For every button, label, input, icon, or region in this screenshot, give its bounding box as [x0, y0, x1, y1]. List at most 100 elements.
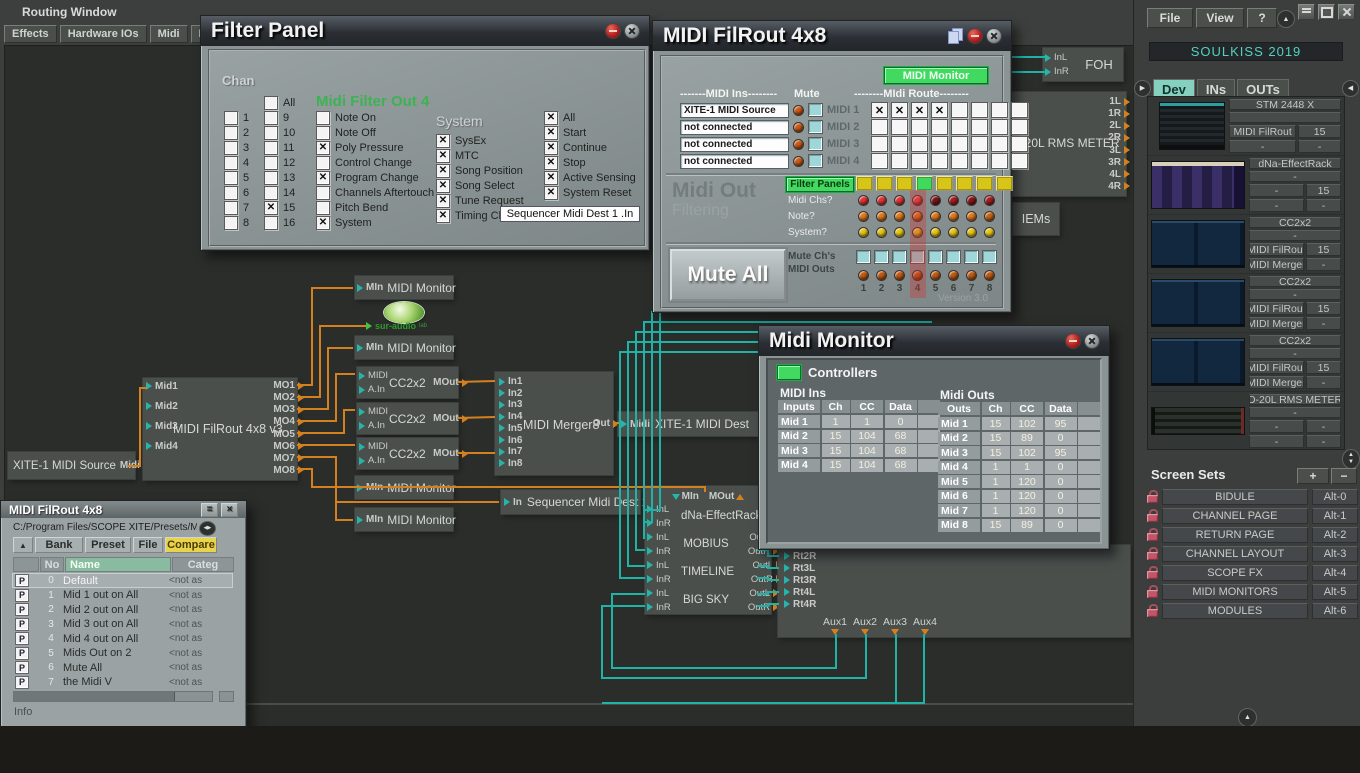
audio-out-port[interactable]: 3R: [1108, 157, 1122, 168]
led-cell[interactable]: [946, 226, 961, 239]
device-field[interactable]: -: [1306, 376, 1341, 389]
device-field[interactable]: -: [1249, 230, 1341, 241]
route-checkbox[interactable]: [971, 102, 988, 118]
midi-monitor-titlebar[interactable]: Midi Monitor: [759, 326, 1109, 356]
checkbox[interactable]: [316, 216, 330, 230]
screen-set-shortcut[interactable]: Alt-6: [1312, 603, 1358, 619]
device-field[interactable]: MIDI FilRout: [1249, 361, 1304, 374]
meter-outputs[interactable]: 1L1R2L2R3L3R4L4R: [1108, 96, 1122, 192]
device-thumbnail[interactable]: [1151, 161, 1245, 209]
rack-device-row[interactable]: InL InR BIG SKY OutL OutR: [645, 586, 771, 614]
return-in-port[interactable]: Rt3L: [784, 563, 816, 573]
minimize-icon[interactable]: [606, 24, 620, 38]
led-cell[interactable]: [928, 194, 943, 207]
node-midi-merger8[interactable]: In1In2In3In4In5In6In7In8 MIDI Merger8 Ou…: [495, 372, 613, 475]
route-checkbox[interactable]: [931, 153, 948, 169]
sequencer-dest-field[interactable]: Sequencer Midi Dest 1 .In: [500, 206, 640, 222]
route-checkbox[interactable]: [891, 102, 908, 118]
midi-in-port[interactable]: MIn: [357, 342, 383, 353]
controllers-toggle[interactable]: [777, 365, 801, 380]
midi-out-port[interactable]: Out: [593, 418, 611, 429]
route-checkbox[interactable]: [951, 153, 968, 169]
duplicate-icon[interactable]: [947, 28, 963, 44]
minimize-icon[interactable]: [968, 29, 982, 43]
filrout-titlebar[interactable]: MIDI FilRout 4x8: [653, 21, 1011, 51]
preset-row[interactable]: P 3 Mid 3 out on All <not as: [13, 618, 232, 631]
node-cc2x2-1[interactable]: MIDIA.In CC2x2 MOut: [357, 367, 458, 398]
node-iems[interactable]: IEMs: [1013, 203, 1059, 235]
checkbox[interactable]: [264, 201, 278, 215]
device-thumbnail[interactable]: [1151, 407, 1245, 435]
midi-out-port[interactable]: MO6: [273, 441, 296, 452]
preset-titlebar[interactable]: MIDI FilRout 4x8 = ×: [1, 501, 246, 518]
eject-icon[interactable]: ▲: [1277, 10, 1295, 28]
preset-icon[interactable]: P: [15, 618, 29, 631]
preset-row[interactable]: P 1 Mid 1 out on All <not as: [13, 589, 232, 602]
channel-number[interactable]: 3: [892, 283, 907, 294]
device-field[interactable]: -: [1306, 258, 1341, 271]
checkbox[interactable]: [544, 156, 558, 170]
merger-inputs[interactable]: In1In2In3In4In5In6In7In8: [499, 376, 522, 469]
led-cell[interactable]: [946, 194, 961, 207]
device-field[interactable]: 15: [1298, 125, 1341, 138]
led-cell[interactable]: [892, 269, 907, 282]
route-checkbox[interactable]: [911, 102, 928, 118]
bank-up-button[interactable]: ▲: [13, 537, 33, 553]
audio-out-port[interactable]: OutL: [731, 588, 771, 599]
screen-set-row[interactable]: MIDI MONITORS Alt-5: [1147, 582, 1358, 601]
aux-port[interactable]: Aux3: [880, 616, 910, 635]
led-cell[interactable]: [856, 269, 871, 282]
led-cell[interactable]: [964, 226, 979, 239]
menu-item[interactable]: Hardware IOs: [60, 25, 147, 43]
route-checkbox[interactable]: [931, 102, 948, 118]
device-field[interactable]: MIDI Merger: [1249, 258, 1304, 271]
route-checkbox[interactable]: [1011, 119, 1028, 135]
mute-checkbox[interactable]: [892, 250, 907, 264]
node-sequencer-midi-dest[interactable]: In Sequencer Midi Dest 1: [501, 490, 640, 514]
device-thumbnail[interactable]: [1159, 102, 1225, 150]
aux-port[interactable]: Aux4: [910, 616, 940, 635]
audio-in-port[interactable]: InL: [647, 504, 681, 515]
led-cell[interactable]: [856, 226, 871, 239]
midi-in-port[interactable]: In4: [499, 411, 522, 422]
preset-name[interactable]: the Midi V: [63, 676, 169, 688]
audio-in-port[interactable]: InL: [1045, 52, 1075, 63]
checkbox[interactable]: [316, 141, 330, 155]
compare-button[interactable]: Compare: [165, 537, 217, 553]
checkbox[interactable]: [316, 171, 330, 185]
checkbox[interactable]: [436, 164, 450, 178]
name-header[interactable]: Name: [65, 557, 171, 572]
category-header[interactable]: Categ: [172, 557, 234, 572]
midi-in-name[interactable]: Mid 4: [778, 459, 820, 472]
device-name[interactable]: STM 2448 X: [1229, 99, 1341, 110]
preset-row[interactable]: P 0 Default <not as: [13, 574, 232, 587]
midi-out-name[interactable]: Mid 3: [938, 446, 980, 459]
preset-name[interactable]: Mid 4 out on All: [63, 633, 169, 645]
device-field[interactable]: MIDI FilRout: [1249, 302, 1304, 315]
device-field[interactable]: 15: [1306, 184, 1341, 197]
checkbox[interactable]: [436, 209, 450, 223]
midi-in-port[interactable]: In: [504, 497, 522, 508]
led-cell[interactable]: [928, 226, 943, 239]
mute-checkbox[interactable]: [982, 250, 997, 264]
device-thumbnail[interactable]: [1151, 338, 1245, 386]
midi-out-port[interactable]: MO5: [273, 429, 296, 440]
return-in-port[interactable]: Rt3R: [784, 575, 816, 585]
midi-in-port[interactable]: Midi: [621, 419, 650, 430]
mute-cell[interactable]: [892, 250, 907, 263]
rack-midi-in-port[interactable]: MIn: [672, 491, 699, 502]
preset-name[interactable]: Mids Out on 2: [63, 647, 169, 659]
return-in-port[interactable]: Rt2R: [784, 551, 816, 561]
mute-toggle[interactable]: [808, 154, 823, 168]
scrollbar-corner[interactable]: [219, 691, 234, 702]
preset-icon[interactable]: P: [15, 603, 29, 616]
route-checkbox[interactable]: [931, 119, 948, 135]
preset-name[interactable]: Mid 3 out on All: [63, 618, 169, 630]
checkbox[interactable]: [224, 186, 238, 200]
checkbox[interactable]: [436, 134, 450, 148]
device-name[interactable]: CC2x2: [1249, 276, 1341, 287]
device-field[interactable]: -: [1298, 140, 1341, 153]
checkbox[interactable]: [316, 186, 330, 200]
midi-in-port[interactable]: In3: [499, 399, 522, 410]
audio-out-port[interactable]: 2R: [1108, 132, 1122, 143]
